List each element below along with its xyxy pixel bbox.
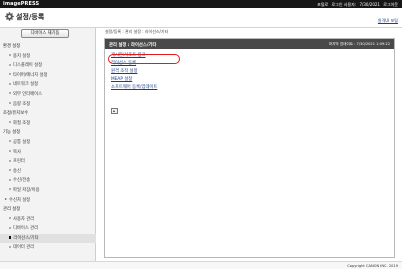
sidebar-item[interactable]: 파일 저장/이용 (0, 186, 96, 196)
device-restart-button[interactable]: 디바이스 재기동 (21, 29, 69, 38)
bullet-icon (9, 102, 11, 105)
sidebar-item-label: 수신처 설정 (9, 197, 31, 203)
bullet-icon (9, 169, 11, 172)
sidebar-section-header: 관리 설정 (0, 205, 96, 215)
bullet-icon (9, 226, 11, 229)
sidebar: 디바이스 재기동 환경 설정용지 설정디스플레이 설정타이머/에너지 설정네트워… (0, 28, 96, 261)
sidebar-item[interactable]: 타이머/에너지 설정 (0, 71, 96, 81)
page-title: 설정/등록 (16, 13, 45, 21)
title-bar: 설정/등록 원격UI 포털 (0, 8, 402, 28)
bullet-icon (9, 150, 11, 153)
bullet-icon (9, 63, 11, 66)
sidebar-item[interactable]: 용지 설정 (0, 52, 96, 62)
sidebar-item-label: 용지 설정 (13, 53, 31, 59)
sidebar-item[interactable]: 네트워크 설정 (0, 80, 96, 90)
sidebar-section-header: 기능 설정 (0, 128, 96, 138)
panel-title: 관리 설정 : 라이선스/기타 (109, 42, 157, 48)
sidebar-item-label: 복사 (13, 149, 21, 155)
date-text: 7/30/2021 (359, 1, 380, 7)
sidebar-item[interactable]: 수신/전송 (0, 176, 96, 186)
portal-link[interactable]: 포털로 (317, 2, 328, 7)
bullet-icon (9, 54, 11, 57)
remote-operation-settings-link[interactable]: 원격 조작 설정 (111, 68, 157, 76)
bullet-icon (9, 159, 11, 162)
sidebar-item[interactable]: 디스플레이 설정 (0, 61, 96, 71)
breadcrumb: 설정/등록 : 관리 설정 : 라이선스/기타 (105, 29, 169, 34)
sidebar-item-label: 송신 (13, 168, 21, 174)
main-content: 설정/등록 : 관리 설정 : 라이선스/기타 관리 설정 : 라이선스/기타 … (97, 28, 402, 261)
arrow-up-icon (113, 110, 116, 112)
sidebar-item-label: 타이머/에너지 설정 (13, 72, 48, 78)
sidebar-item-label: 기능 설정 (3, 130, 21, 136)
remote-ui-portal-link[interactable]: 원격UI 포털 (378, 18, 398, 24)
bullet-icon (9, 245, 11, 248)
sidebar-item-label: 음량 조정 (13, 101, 31, 107)
copyright-text: Copyright CANON INC. 2019 (347, 263, 398, 268)
highlight-circle (108, 54, 180, 64)
meap-settings-link[interactable]: MEAP 설정 (111, 76, 157, 84)
sidebar-menu: 환경 설정용지 설정디스플레이 설정타이머/에너지 설정네트워크 설정외부 인터… (0, 42, 96, 253)
sidebar-item-label: 데이터 관리 (13, 245, 35, 251)
bullet-icon (9, 121, 11, 124)
top-bar: imagePRESS 포털로 로그인 사용자: 7/30/2021 로그아웃 (0, 0, 402, 8)
settings-gear-icon (5, 12, 14, 21)
sidebar-item-label: 네트워크 설정 (13, 82, 39, 88)
sidebar-item-label: 디바이스 관리 (13, 226, 39, 232)
sidebar-item[interactable]: 라이선스/기타 (0, 233, 96, 244)
scroll-to-top-button[interactable] (111, 108, 118, 114)
sidebar-item[interactable]: 화질 조정 (0, 119, 96, 129)
sidebar-item-label: 라이선스/기타 (13, 235, 39, 241)
bullet-icon (9, 188, 11, 191)
bullet-icon (9, 236, 12, 239)
sidebar-item[interactable]: 디바이스 관리 (0, 224, 96, 234)
sidebar-item-label: 조정/유지보수 (3, 111, 29, 117)
sidebar-item-label: 공통 설정 (13, 139, 31, 145)
license-panel: 관리 설정 : 라이선스/기타 마지막 업데이트 : 7/30/2021 1:0… (104, 38, 395, 258)
bullet-icon (9, 82, 11, 85)
sidebar-item[interactable]: 공통 설정 (0, 138, 96, 148)
sidebar-item-label: 외부 인터페이스 (13, 91, 43, 97)
bullet-icon (9, 92, 11, 95)
sidebar-item[interactable]: 프린터 (0, 157, 96, 167)
sidebar-item[interactable]: 데이터 관리 (0, 243, 96, 253)
sidebar-section-header: 환경 설정 (0, 42, 96, 52)
software-update-link[interactable]: 소프트웨어 등록/업데이트 (111, 84, 157, 92)
sidebar-item-label: 환경 설정 (3, 44, 21, 49)
logout-link[interactable]: 로그아웃 (383, 2, 398, 7)
sidebar-item-label: 수신/전송 (13, 178, 31, 184)
sidebar-item[interactable]: 사용자 관리 (0, 215, 96, 225)
sidebar-item-label: 사용자 관리 (13, 216, 35, 222)
sidebar-item-label: 관리 설정 (3, 207, 21, 213)
bullet-icon (9, 178, 11, 181)
sidebar-item-label: 디스플레이 설정 (13, 63, 43, 69)
last-update-time: 마지막 업데이트 : 7/30/2021 1:09:22 (328, 42, 390, 46)
sidebar-item[interactable]: 수신처 설정 (0, 196, 96, 206)
sidebar-section-header: 조정/유지보수 (0, 109, 96, 119)
brand-logo: imagePRESS (3, 1, 40, 7)
top-bar-info: 포털로 로그인 사용자: 7/30/2021 로그아웃 (315, 2, 398, 8)
sidebar-item[interactable]: 음량 조정 (0, 100, 96, 110)
bullet-icon (9, 73, 11, 76)
sidebar-item[interactable]: 외부 인터페이스 (0, 90, 96, 100)
triangle-right-icon (5, 198, 7, 200)
sidebar-item-label: 화질 조정 (13, 120, 31, 126)
bullet-icon (9, 217, 11, 220)
sidebar-item[interactable]: 송신 (0, 167, 96, 177)
bullet-icon (9, 140, 11, 143)
sidebar-item-label: 파일 저장/이용 (13, 187, 40, 193)
sidebar-item[interactable]: 복사 (0, 148, 96, 158)
login-user-label: 로그인 사용자: (331, 1, 357, 7)
footer: Copyright CANON INC. 2019 (0, 261, 402, 269)
sidebar-item-label: 프린터 (13, 159, 25, 165)
panel-header: 관리 설정 : 라이선스/기타 마지막 업데이트 : 7/30/2021 1:0… (105, 39, 394, 49)
